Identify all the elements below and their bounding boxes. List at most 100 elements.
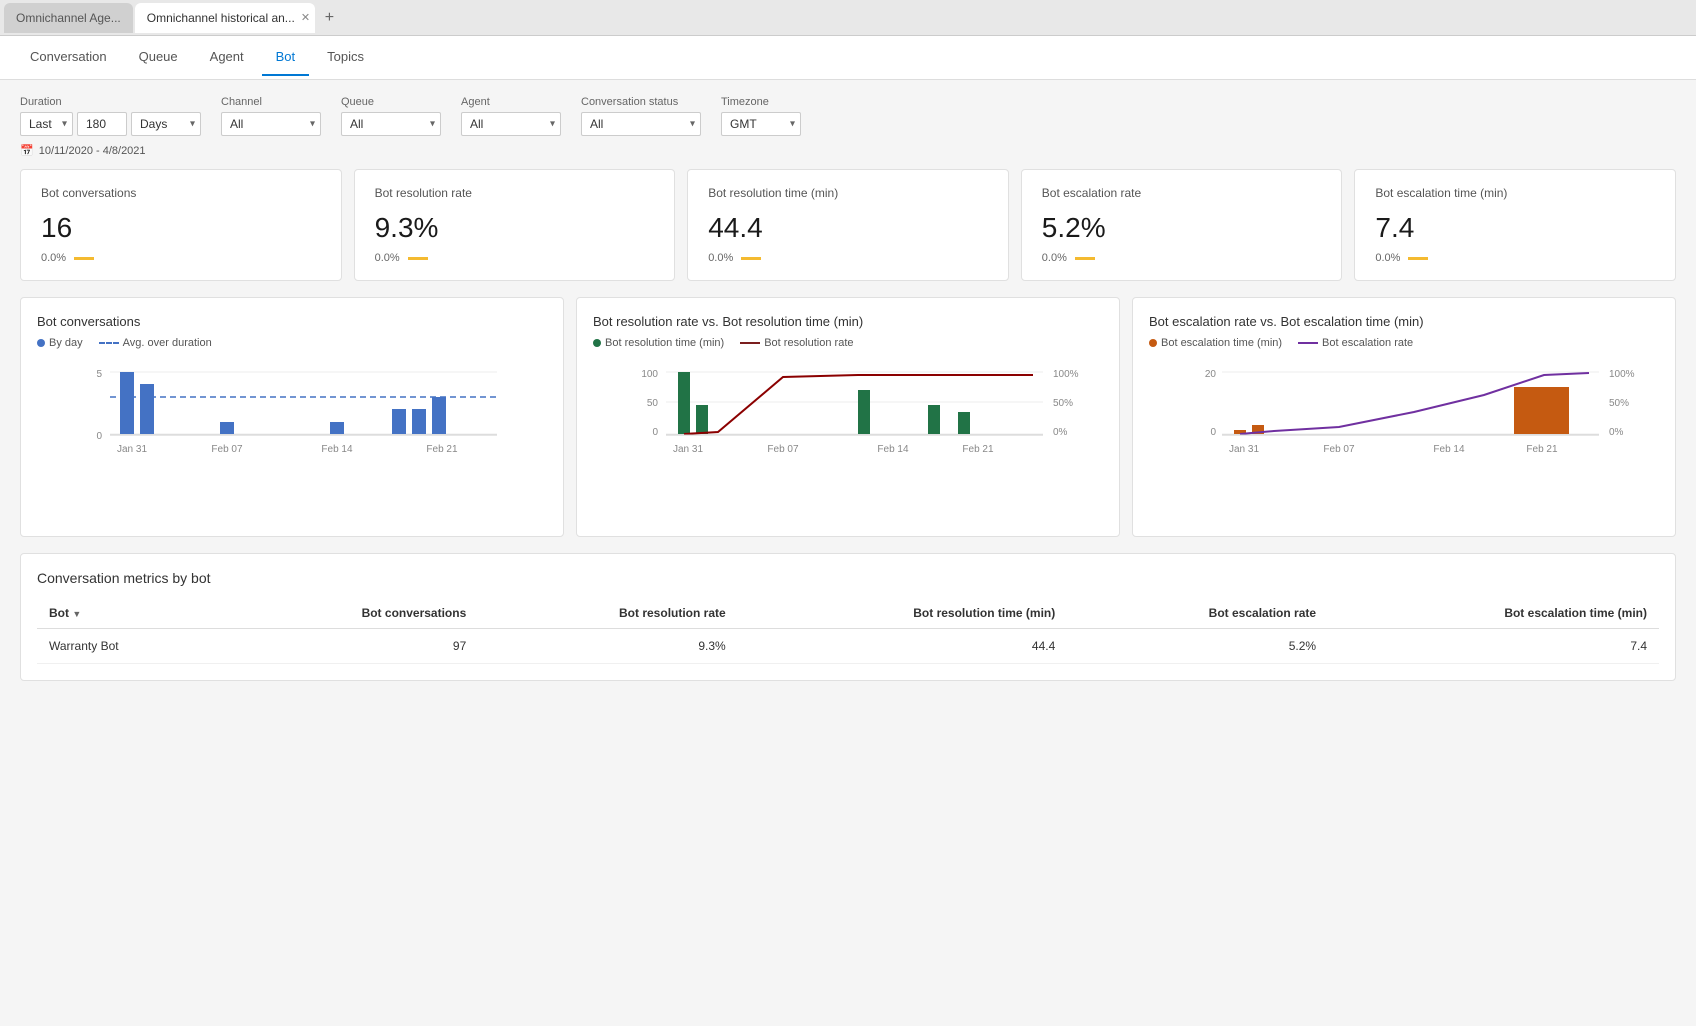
table-header-row: Bot ▼ Bot conversations Bot resolution r… [37, 598, 1659, 629]
svg-text:Feb 14: Feb 14 [321, 444, 353, 455]
kpi-bot-resolution-time-value: 44.4 [708, 212, 988, 244]
timezone-filter: Timezone GMT UTC EST [721, 96, 801, 136]
duration-label: Duration [20, 96, 201, 108]
queue-select[interactable]: All [341, 112, 441, 136]
bot-resolution-chart-legend: Bot resolution time (min) Bot resolution… [593, 337, 1103, 349]
svg-text:0%: 0% [1609, 427, 1624, 438]
table-row: Warranty Bot 97 9.3% 44.4 5.2% 7.4 [37, 629, 1659, 664]
browser-tab-2[interactable]: Omnichannel historical an... ✕ [135, 3, 315, 33]
tab-bot[interactable]: Bot [262, 39, 310, 76]
duration-period-select[interactable]: Days Weeks Months [131, 112, 201, 136]
nav-tab-bar: Conversation Queue Agent Bot Topics [0, 36, 1696, 80]
res-bar-3 [858, 390, 870, 434]
bar-feb21-1 [392, 409, 406, 434]
esc-bar-feb21 [1514, 387, 1569, 434]
kpi-bot-conversations-change: 0.0% [41, 252, 66, 264]
kpi-bot-resolution-rate-value: 9.3% [375, 212, 655, 244]
channel-select-wrapper: All [221, 112, 321, 136]
legend-by-day: By day [37, 337, 83, 349]
kpi-bot-resolution-time-footer: 0.0% [708, 252, 988, 264]
res-bar-5 [958, 412, 970, 434]
svg-text:100%: 100% [1053, 369, 1079, 380]
bot-escalation-chart-title: Bot escalation rate vs. Bot escalation t… [1149, 314, 1659, 329]
bar-feb14-1 [330, 422, 344, 434]
legend-escalation-rate-line [1298, 342, 1318, 344]
new-tab-button[interactable]: + [317, 9, 342, 27]
svg-text:100%: 100% [1609, 369, 1635, 380]
legend-resolution-rate-label: Bot resolution rate [764, 337, 853, 349]
bar-feb21-3 [432, 397, 446, 434]
svg-text:Jan 31: Jan 31 [117, 444, 147, 455]
kpi-bot-escalation-rate-title: Bot escalation rate [1042, 186, 1322, 200]
tab-queue[interactable]: Queue [125, 39, 192, 76]
td-bot-escalation-rate: 5.2% [1067, 629, 1328, 664]
legend-escalation-time-label: Bot escalation time (min) [1161, 337, 1282, 349]
kpi-row: Bot conversations 16 0.0% Bot resolution… [20, 169, 1676, 281]
legend-escalation-rate-label: Bot escalation rate [1322, 337, 1413, 349]
svg-text:0: 0 [96, 431, 102, 442]
sort-bot-icon[interactable]: ▼ [72, 609, 81, 619]
legend-resolution-rate: Bot resolution rate [740, 337, 853, 349]
kpi-bot-conversations: Bot conversations 16 0.0% [20, 169, 342, 281]
svg-text:Feb 21: Feb 21 [426, 444, 458, 455]
bar-jan31-2 [140, 384, 154, 434]
agent-select[interactable]: All [461, 112, 561, 136]
kpi-bot-resolution-rate-footer: 0.0% [375, 252, 655, 264]
tab-agent[interactable]: Agent [196, 39, 258, 76]
duration-prefix-select[interactable]: Last [20, 112, 73, 136]
svg-text:50%: 50% [1609, 398, 1629, 409]
bot-conversations-svg: 5 0 [37, 357, 547, 517]
td-bot-name: Warranty Bot [37, 629, 223, 664]
queue-label: Queue [341, 96, 441, 108]
kpi-bot-escalation-rate-footer: 0.0% [1042, 252, 1322, 264]
conversation-metrics-table: Bot ▼ Bot conversations Bot resolution r… [37, 598, 1659, 664]
kpi-bot-escalation-time-footer: 0.0% [1375, 252, 1655, 264]
tab-conversation[interactable]: Conversation [16, 39, 121, 76]
svg-text:Feb 07: Feb 07 [767, 444, 799, 455]
res-bar-2 [696, 405, 708, 434]
th-bot-resolution-time: Bot resolution time (min) [738, 598, 1068, 629]
th-bot-resolution-rate: Bot resolution rate [478, 598, 737, 629]
conv-status-select-wrapper: All [581, 112, 701, 136]
th-bot-escalation-time: Bot escalation time (min) [1328, 598, 1659, 629]
svg-text:100: 100 [641, 369, 658, 380]
agent-filter: Agent All [461, 96, 561, 136]
kpi-bot-resolution-rate-bar [408, 257, 428, 260]
close-tab-icon[interactable]: ✕ [301, 11, 310, 24]
kpi-bot-resolution-time-bar [741, 257, 761, 260]
kpi-bot-escalation-time-change: 0.0% [1375, 252, 1400, 264]
kpi-bot-escalation-time-title: Bot escalation time (min) [1375, 186, 1655, 200]
kpi-bot-conversations-value: 16 [41, 212, 321, 244]
svg-text:50: 50 [647, 398, 659, 409]
legend-escalation-time-dot [1149, 339, 1157, 347]
bot-escalation-chart-legend: Bot escalation time (min) Bot escalation… [1149, 337, 1659, 349]
bot-resolution-svg: 100 50 0 100% 50% 0% [593, 357, 1103, 517]
kpi-bot-escalation-time-bar [1408, 257, 1428, 260]
kpi-bot-resolution-time-change: 0.0% [708, 252, 733, 264]
legend-resolution-time-label: Bot resolution time (min) [605, 337, 724, 349]
svg-text:0%: 0% [1053, 427, 1068, 438]
conversation-status-select[interactable]: All [581, 112, 701, 136]
legend-avg: Avg. over duration [99, 337, 212, 349]
th-bot-escalation-rate: Bot escalation rate [1067, 598, 1328, 629]
svg-text:Feb 21: Feb 21 [1526, 444, 1558, 455]
svg-text:Feb 21: Feb 21 [962, 444, 994, 455]
kpi-bot-conversations-bar [74, 257, 94, 260]
duration-number-input[interactable] [77, 112, 127, 136]
queue-select-wrapper: All [341, 112, 441, 136]
tab-topics[interactable]: Topics [313, 39, 378, 76]
browser-tab-1[interactable]: Omnichannel Age... [4, 3, 133, 33]
svg-text:50%: 50% [1053, 398, 1073, 409]
date-range: 📅 10/11/2020 - 4/8/2021 [20, 144, 1676, 157]
svg-text:Feb 07: Feb 07 [1323, 444, 1355, 455]
bar-feb07-1 [220, 422, 234, 434]
legend-escalation-rate: Bot escalation rate [1298, 337, 1413, 349]
bot-conversations-chart: Bot conversations By day Avg. over durat… [20, 297, 564, 537]
svg-text:Jan 31: Jan 31 [1229, 444, 1259, 455]
svg-text:Jan 31: Jan 31 [673, 444, 703, 455]
legend-escalation-time: Bot escalation time (min) [1149, 337, 1282, 349]
kpi-bot-resolution-rate-change: 0.0% [375, 252, 400, 264]
timezone-select[interactable]: GMT UTC EST [721, 112, 801, 136]
channel-select[interactable]: All [221, 112, 321, 136]
svg-text:5: 5 [96, 369, 102, 380]
